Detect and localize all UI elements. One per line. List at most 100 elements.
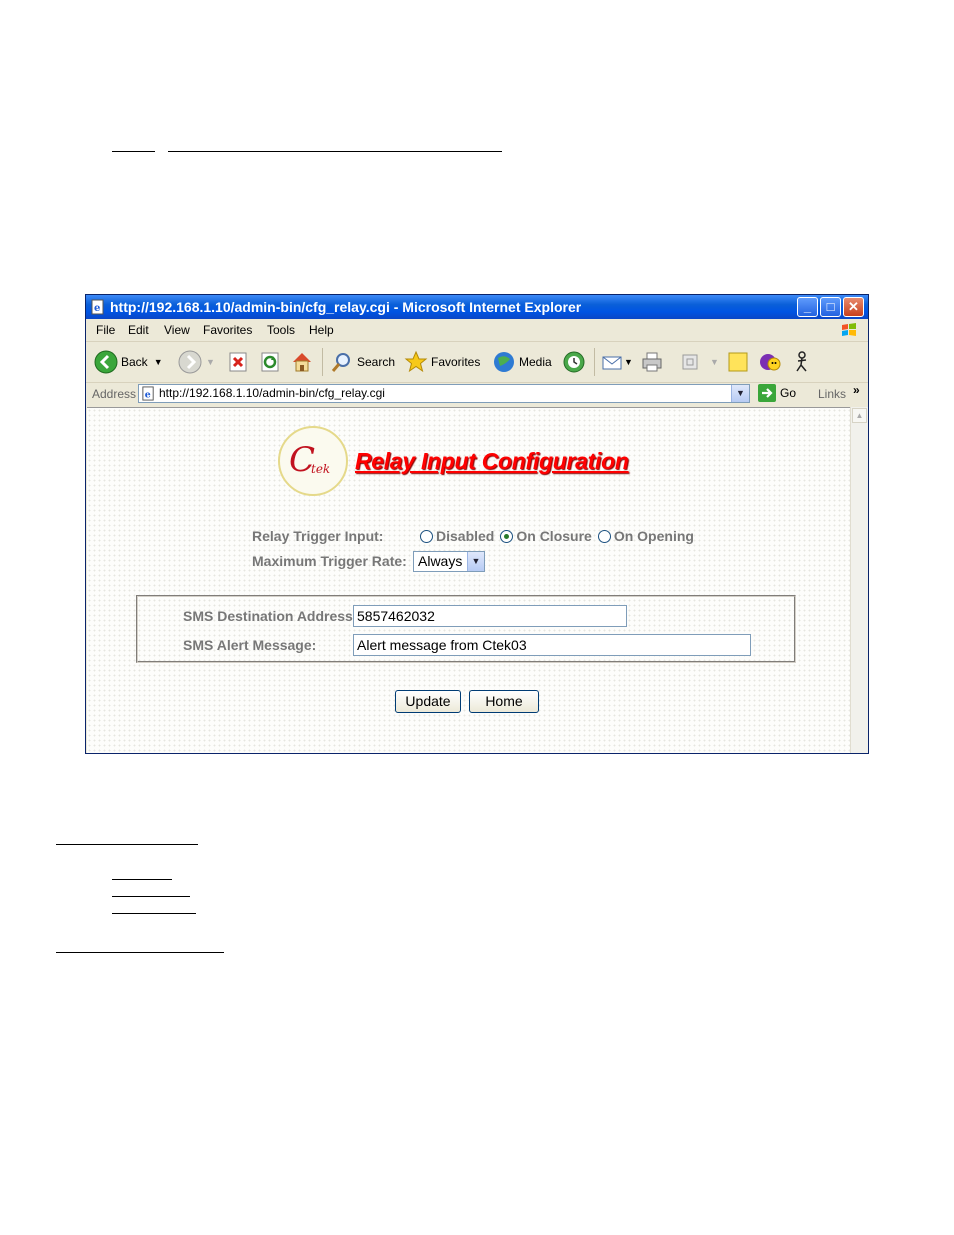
messenger-smiley-icon [760,354,781,371]
svg-text:tek: tek [311,462,330,476]
svg-text:e: e [94,303,100,314]
back-button[interactable]: Back ▼ [94,348,163,376]
radio-disabled-label[interactable]: Disabled [436,528,494,544]
back-label: Back [121,355,148,369]
favorites-star-icon [404,350,428,373]
media-label: Media [519,355,552,369]
doc-underline-7 [56,952,224,953]
home-icon [293,353,311,372]
back-arrow-icon [94,350,118,374]
history-button[interactable] [562,348,586,376]
address-label: Address [92,387,137,401]
radio-on-closure-label[interactable]: On Closure [516,528,591,544]
radio-on-opening[interactable] [597,529,611,543]
favorites-button[interactable]: Favorites [404,348,480,376]
doc-underline-2 [168,151,502,152]
menu-edit[interactable]: Edit [128,319,149,341]
sms-alert-message-label: SMS Alert Message: [183,637,317,653]
toolbar: Back ▼ ▼ Search Favorites Media ▼ ▼ [86,342,868,383]
address-input[interactable]: e http://192.168.1.10/admin-bin/cfg_rela… [138,384,750,403]
print-button[interactable] [640,348,664,376]
print-icon [642,352,662,372]
links-chevron-icon[interactable]: » [853,383,860,397]
sms-alert-message-input[interactable]: Alert message from Ctek03 [353,634,751,656]
radio-on-opening-label[interactable]: On Opening [614,528,694,544]
note-icon [728,352,748,372]
menu-help[interactable]: Help [309,319,334,341]
home-button[interactable]: Home [469,690,539,713]
home-toolbar-button[interactable] [290,348,314,376]
max-trigger-rate-value: Always [418,553,463,569]
minimize-button[interactable]: _ [797,297,818,317]
media-icon [494,352,514,372]
doc-underline-1 [112,151,155,152]
messenger-button[interactable] [758,348,782,376]
address-dropdown-icon[interactable]: ▼ [731,385,749,402]
edit-page-icon [682,354,698,370]
doc-underline-5 [112,896,190,897]
menu-bar: File Edit View Favorites Tools Help [86,319,868,342]
aim-button[interactable] [790,348,814,376]
max-trigger-rate-select[interactable]: Always ▼ [413,551,485,572]
mail-icon [602,356,622,370]
menu-favorites[interactable]: Favorites [203,319,252,341]
edit-dropdown-icon[interactable]: ▼ [710,357,719,367]
back-dropdown-icon[interactable]: ▼ [154,357,163,367]
page-title: Relay Input Configuration [355,448,629,474]
history-icon [563,351,585,373]
radio-disabled[interactable] [420,529,433,543]
ctek-logo: C tek [278,426,348,496]
links-label[interactable]: Links [818,387,846,401]
go-label: Go [780,386,797,400]
maximize-button[interactable]: □ [820,297,841,317]
search-icon [331,353,350,372]
svg-text:e: e [145,389,151,400]
menu-view[interactable]: View [164,319,190,341]
menu-file[interactable]: File [96,319,115,341]
relay-trigger-label: Relay Trigger Input: [252,528,384,544]
update-button[interactable]: Update [395,690,461,713]
doc-underline-6 [112,913,196,914]
address-bar: Address e http://192.168.1.10/admin-bin/… [86,383,868,405]
close-button[interactable]: ✕ [843,297,864,317]
page-icon: e [142,386,154,401]
favorites-label: Favorites [431,355,481,369]
forward-button[interactable]: ▼ [178,348,215,376]
search-label: Search [357,355,396,369]
title-bar[interactable]: e http://192.168.1.10/admin-bin/cfg_rela… [86,295,868,319]
go-button[interactable]: Go [758,384,796,402]
doc-underline-3 [56,844,198,845]
go-arrow-icon [758,384,776,402]
forward-dropdown-icon[interactable]: ▼ [206,357,215,367]
doc-underline-4 [112,879,172,880]
forward-arrow-icon [178,350,202,374]
ie-page-icon: e [91,299,104,315]
search-button[interactable]: Search [330,348,395,376]
vertical-scrollbar[interactable]: ▲ [850,407,868,753]
page-content: C tek Relay Input Configuration Relay Tr… [87,407,851,753]
aim-running-man-icon [796,351,807,372]
scroll-up-arrow-icon[interactable]: ▲ [852,408,867,423]
mail-button[interactable]: ▼ [600,348,633,376]
menu-tools[interactable]: Tools [267,319,295,341]
stop-button[interactable] [226,348,250,376]
ie-window: e http://192.168.1.10/admin-bin/cfg_rela… [85,294,869,754]
edit-button[interactable]: ▼ [678,348,719,376]
mail-dropdown-icon[interactable]: ▼ [624,357,633,367]
refresh-button[interactable] [258,348,282,376]
stop-icon [229,352,247,372]
refresh-icon [261,352,279,372]
chevron-down-icon[interactable]: ▼ [467,552,484,571]
sms-settings-group: SMS Destination Address: 5857462032 SMS … [136,595,796,663]
window-title: http://192.168.1.10/admin-bin/cfg_relay.… [110,299,582,315]
max-trigger-rate-label: Maximum Trigger Rate: [252,553,407,569]
relay-trigger-radio-group: Disabled On Closure On Opening [417,528,694,544]
media-button[interactable]: Media [492,348,552,376]
radio-on-closure[interactable] [500,529,514,543]
sms-destination-label: SMS Destination Address: [183,608,358,624]
sms-destination-input[interactable]: 5857462032 [353,605,627,627]
discuss-button[interactable] [726,348,750,376]
address-url: http://192.168.1.10/admin-bin/cfg_relay.… [159,386,385,400]
toolbar-separator [594,348,595,376]
windows-logo-icon [842,323,856,336]
